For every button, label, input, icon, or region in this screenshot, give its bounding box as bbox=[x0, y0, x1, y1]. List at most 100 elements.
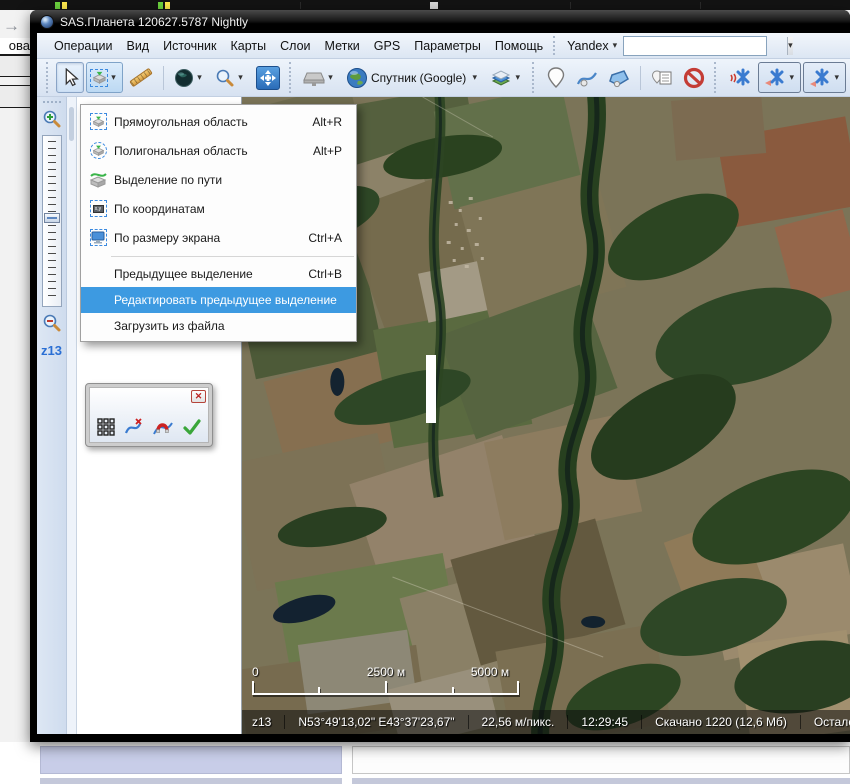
menu-marks[interactable]: Метки bbox=[318, 35, 367, 57]
zoom-tool-button[interactable]: ▾ bbox=[211, 62, 250, 93]
menu-help[interactable]: Помощь bbox=[488, 35, 550, 57]
path-icon bbox=[576, 68, 598, 88]
magnifier-icon bbox=[215, 68, 235, 88]
menu-item-label: Предыдущее выделение bbox=[86, 267, 308, 281]
menu-item-shortcut: Alt+R bbox=[312, 115, 356, 129]
geo-search-input[interactable] bbox=[624, 37, 787, 55]
menu-layers[interactable]: Слои bbox=[273, 35, 317, 57]
menu-item-path-selection[interactable]: Выделение по пути bbox=[81, 165, 356, 194]
delete-point-icon[interactable] bbox=[124, 417, 144, 437]
layers-button[interactable]: ▾ bbox=[486, 62, 527, 93]
chevron-down-icon: ▾ bbox=[469, 73, 480, 82]
zoom-slider[interactable] bbox=[42, 135, 62, 307]
background-taskstrip bbox=[0, 0, 850, 10]
panel-splitter[interactable] bbox=[67, 97, 77, 734]
menu-item-shortcut: Ctrl+A bbox=[308, 231, 356, 245]
menu-item-edit-previous-selection[interactable]: Редактировать предыдущее выделение bbox=[81, 287, 356, 313]
gray-indicator-icon bbox=[430, 2, 438, 9]
globe-map-icon bbox=[346, 67, 368, 89]
map-source-button[interactable]: Спутник (Google) ▾ bbox=[342, 62, 484, 93]
menu-item-label: Загрузить из файла bbox=[86, 319, 342, 333]
combo-dropdown-button[interactable]: ▾ bbox=[787, 37, 793, 55]
fullscreen-button[interactable] bbox=[252, 62, 284, 93]
chevron-down-icon: ▾ bbox=[108, 73, 119, 82]
selection-edit-toolbar[interactable]: ✕ bbox=[85, 383, 213, 447]
zoom-out-icon[interactable] bbox=[42, 313, 62, 333]
gps-position-button[interactable]: ▾ bbox=[803, 62, 846, 93]
green-indicator-icon bbox=[158, 2, 163, 9]
menu-item-screen-size[interactable]: По размеру экрана Ctrl+A bbox=[81, 223, 356, 252]
ruler-icon bbox=[129, 68, 153, 87]
chevron-down-icon: ▾ bbox=[788, 41, 793, 50]
menu-maps[interactable]: Карты bbox=[223, 35, 273, 57]
scale-bar: 0 2500 м 5000 м bbox=[252, 664, 520, 700]
cursor-move-button[interactable] bbox=[56, 62, 84, 93]
polygon-selection-icon bbox=[90, 142, 107, 159]
status-coordinates: N53°49'13,02" E43°37'23,67" bbox=[284, 715, 467, 729]
menu-source[interactable]: Источник bbox=[156, 35, 223, 57]
selection-manager-button[interactable]: ▾ bbox=[86, 62, 123, 93]
add-polygon-button[interactable] bbox=[604, 62, 634, 93]
title-bar[interactable]: SAS.Планета 120627.5787 Nightly bbox=[30, 10, 850, 33]
menu-item-label: По координатам bbox=[110, 202, 342, 216]
status-bar: z13 N53°49'13,02" E43°37'23,67" 22,56 м/… bbox=[242, 710, 850, 734]
rect-selection-icon bbox=[90, 113, 107, 130]
yandex-search-menu[interactable]: Yandex ▾ bbox=[561, 36, 623, 56]
menu-view[interactable]: Вид bbox=[119, 35, 156, 57]
cursor-icon bbox=[61, 68, 80, 87]
placemark-icon bbox=[547, 67, 565, 89]
menu-item-load-from-file[interactable]: Загрузить из файла bbox=[81, 313, 356, 339]
menu-item-label: Выделение по пути bbox=[110, 173, 342, 187]
menu-item-by-coordinates[interactable]: x,y По координатам bbox=[81, 194, 356, 223]
gps-connect-button[interactable] bbox=[724, 62, 756, 93]
chevron-down-icon: ▾ bbox=[613, 41, 618, 50]
gps-track-button[interactable]: ▾ bbox=[758, 62, 801, 93]
app-icon bbox=[40, 15, 54, 29]
selection-dropdown-menu: Прямоугольная область Alt+R Полигональна… bbox=[80, 104, 357, 342]
fullscreen-icon bbox=[256, 66, 280, 90]
menu-item-shortcut: Ctrl+B bbox=[308, 267, 356, 281]
gps-point-icon bbox=[807, 67, 831, 89]
toolbar-grip bbox=[46, 62, 51, 93]
slider-handle[interactable] bbox=[44, 213, 60, 223]
layers-icon bbox=[490, 68, 512, 88]
path-selection-icon bbox=[89, 171, 107, 189]
background-table-row bbox=[0, 85, 30, 108]
grid-selection-icon[interactable] bbox=[96, 417, 116, 437]
divider bbox=[700, 2, 701, 9]
ruler-button[interactable] bbox=[125, 62, 157, 93]
hide-marks-button[interactable] bbox=[679, 62, 709, 93]
geo-search-combobox[interactable]: ▾ bbox=[623, 36, 767, 56]
polygon-icon bbox=[608, 68, 630, 88]
menu-operations[interactable]: Операции bbox=[47, 35, 119, 57]
placemark-manager-button[interactable] bbox=[647, 62, 677, 93]
menu-item-previous-selection[interactable]: Предыдущее выделение Ctrl+B bbox=[81, 261, 356, 287]
background-panel bbox=[40, 746, 342, 774]
menu-item-shortcut: Alt+P bbox=[313, 144, 356, 158]
screen: → ова SAS.Планета 120627.5787 Nightly Оп… bbox=[0, 0, 850, 784]
menu-gps[interactable]: GPS bbox=[367, 35, 407, 57]
magnet-snap-icon[interactable] bbox=[152, 417, 174, 437]
download-manager-button[interactable]: ▾ bbox=[299, 62, 340, 93]
menu-settings[interactable]: Параметры bbox=[407, 35, 488, 57]
status-zoom: z13 bbox=[242, 715, 284, 729]
splitter-handle[interactable] bbox=[69, 107, 74, 141]
menu-item-rect-selection[interactable]: Прямоугольная область Alt+R bbox=[81, 107, 356, 136]
menu-item-label: Прямоугольная область bbox=[110, 115, 312, 129]
add-path-button[interactable] bbox=[572, 62, 602, 93]
globe-view-button[interactable]: ▾ bbox=[170, 62, 209, 93]
menu-item-label: По размеру экрана bbox=[110, 231, 308, 245]
chevron-down-icon: ▾ bbox=[194, 73, 205, 82]
menu-item-polygon-selection[interactable]: Полигональная область Alt+P bbox=[81, 136, 356, 165]
chevron-down-icon: ▾ bbox=[235, 73, 246, 82]
apply-check-icon[interactable] bbox=[182, 417, 202, 437]
add-placemark-button[interactable] bbox=[542, 62, 570, 93]
gps-track-icon bbox=[762, 67, 786, 89]
separator bbox=[640, 66, 641, 90]
zoom-in-icon[interactable] bbox=[42, 109, 62, 129]
close-icon[interactable]: ✕ bbox=[191, 390, 206, 403]
scale-tick-label: 0 bbox=[252, 665, 259, 679]
background-table-row bbox=[0, 55, 30, 77]
download-icon bbox=[303, 68, 325, 88]
status-time: 12:29:45 bbox=[567, 715, 641, 729]
